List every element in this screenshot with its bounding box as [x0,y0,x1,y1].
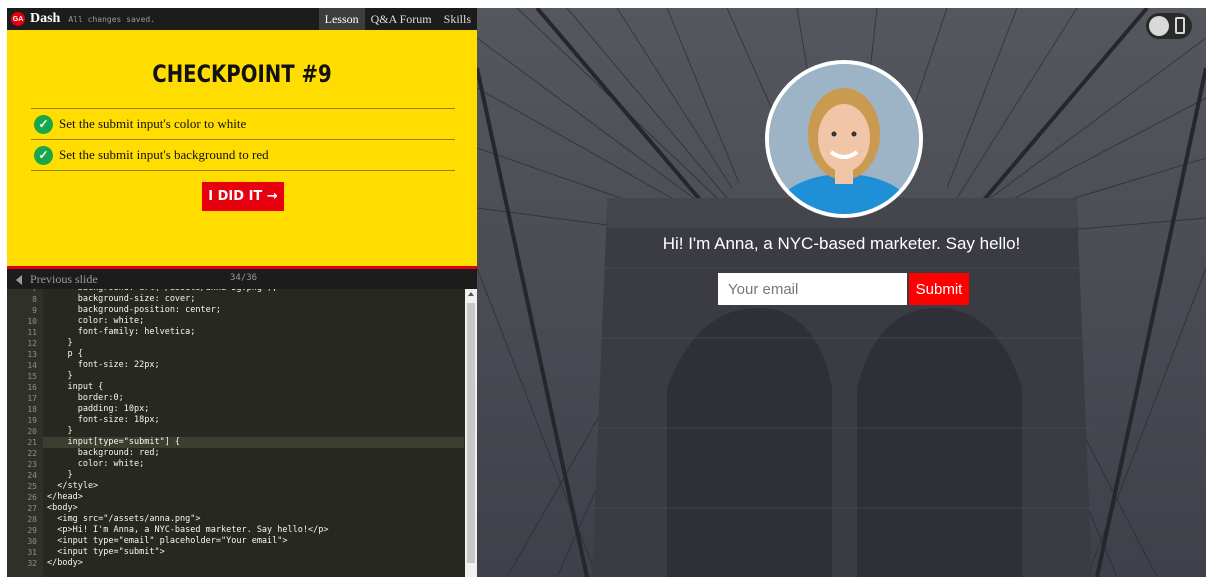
lesson-pane: GA Dash All changes saved. Lesson Q&A Fo… [7,8,477,577]
checkpoint-title: CHECKPOINT #9 [152,60,332,88]
avatar [765,60,923,218]
view-toggle[interactable] [1146,13,1192,39]
tab-qa-forum[interactable]: Q&A Forum [365,8,438,30]
previous-slide-button[interactable]: Previous slide [16,272,98,287]
code-line[interactable]: <body> [47,503,78,514]
code-line[interactable]: color: white; [47,459,145,470]
code-line[interactable]: </body> [47,558,83,569]
line-number: 23 [27,460,37,469]
line-number: 31 [27,548,37,557]
line-number: 27 [27,504,37,513]
save-status: All changes saved. [68,14,156,24]
code-line[interactable]: <input type="submit"> [47,547,164,558]
line-number: 17 [27,394,37,403]
lesson-panel: CHECKPOINT #9 ✓ Set the submit input's c… [7,30,477,266]
tagline-text: Hi! I'm Anna, a NYC-based marketer. Say … [662,234,1021,253]
line-number: 20 [27,427,37,436]
preview-pane: Hi! I'm Anna, a NYC-based marketer. Say … [477,8,1206,577]
task-item: ✓ Set the submit input's background to r… [31,140,455,170]
code-line[interactable]: background-size: cover; [47,294,196,305]
line-number: 9 [32,306,37,315]
task-label: Set the submit input's color to white [59,116,247,131]
line-number: 12 [27,339,37,348]
code-line[interactable]: } [47,371,72,382]
arrow-left-icon [16,274,22,285]
line-number: 14 [27,361,37,370]
previous-slide-label: Previous slide [30,272,98,286]
code-line[interactable]: } [47,338,72,349]
code-line[interactable]: input { [47,382,103,393]
line-number: 16 [27,383,37,392]
slide-navigation: Previous slide 34/36 [7,269,477,289]
tab-lesson[interactable]: Lesson [318,8,365,30]
line-number: 19 [27,416,37,425]
tab-bar: Lesson Q&A Forum Skills [318,8,477,30]
check-circle-icon: ✓ [34,145,53,165]
top-bar: GA Dash All changes saved. Lesson Q&A Fo… [7,8,477,30]
divider [31,170,455,171]
line-number: 28 [27,515,37,524]
line-number: 10 [27,317,37,326]
scroll-thumb[interactable] [467,303,475,563]
editor-scrollbar[interactable] [465,289,477,577]
line-number: 13 [27,350,37,359]
line-number: 11 [27,328,37,337]
line-number: 29 [27,526,37,535]
code-line[interactable]: </head> [47,492,83,503]
task-label: Set the submit input's background to red [59,147,269,162]
code-line[interactable]: padding: 10px; [47,404,150,415]
code-line[interactable]: font-size: 18px; [47,415,160,426]
mobile-phone-icon[interactable] [1175,17,1185,34]
submit-button[interactable]: Submit [909,273,969,305]
line-number: 25 [27,482,37,491]
line-number: 30 [27,537,37,546]
code-line[interactable]: color: white; [47,316,145,327]
line-number: 24 [27,471,37,480]
code-line[interactable]: <img src="/assets/anna.png"> [47,514,200,525]
code-line[interactable]: background-position: center; [47,305,221,316]
slide-counter: 34/36 [230,273,258,283]
ga-logo-icon: GA [11,12,25,26]
code-line[interactable]: } [47,470,72,481]
tab-skills[interactable]: Skills [438,8,477,30]
check-circle-icon: ✓ [34,114,53,134]
code-line[interactable]: } [47,426,72,437]
line-number: 32 [27,559,37,568]
task-item: ✓ Set the submit input's color to white [31,109,455,139]
line-number: 8 [32,295,37,304]
code-line[interactable]: p { [47,349,82,360]
line-number: 18 [27,405,37,414]
scroll-up-icon[interactable] [468,292,474,296]
line-number: 21 [27,438,37,447]
code-line[interactable]: input[type="submit"] { [47,437,180,448]
line-number-gutter: 7891011121314151617181920212223242526272… [7,289,43,577]
code-line[interactable]: font-size: 22px; [47,360,160,371]
i-did-it-button[interactable]: I DID IT → [202,182,284,211]
code-line[interactable]: </style> [47,481,98,492]
code-line[interactable]: <p>Hi! I'm Anna, a NYC-based marketer. S… [47,525,328,536]
code-line[interactable]: background: red; [47,448,160,459]
code-line[interactable]: <input type="email" placeholder="Your em… [47,536,287,547]
line-number: 15 [27,372,37,381]
code-line[interactable]: border:0; [47,393,124,404]
line-number: 22 [27,449,37,458]
app-name: Dash [30,11,61,26]
email-input[interactable] [718,273,907,305]
code-editor[interactable]: 7891011121314151617181920212223242526272… [7,289,477,577]
code-line[interactable]: font-family: helvetica; [47,327,196,338]
toggle-knob-icon[interactable] [1149,16,1169,36]
profile-photo [769,64,919,214]
line-number: 26 [27,493,37,502]
